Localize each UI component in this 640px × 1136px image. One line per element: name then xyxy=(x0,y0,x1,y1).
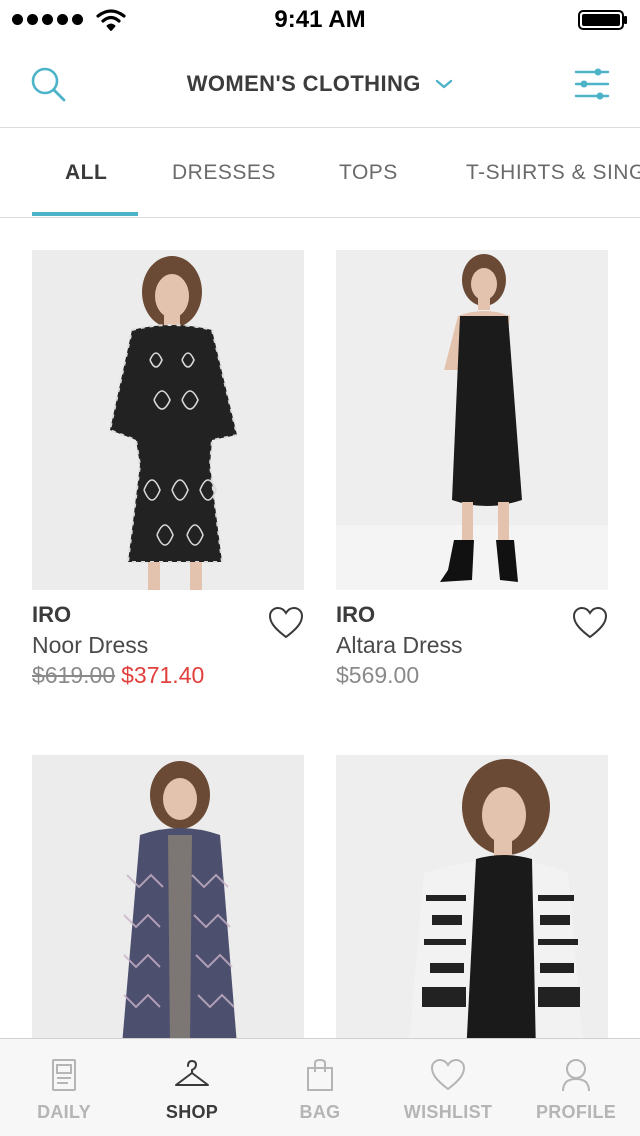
product-image[interactable] xyxy=(336,250,608,590)
tab-dresses[interactable]: DRESSES xyxy=(172,129,276,217)
battery-icon xyxy=(578,10,627,30)
active-tab-indicator xyxy=(32,212,138,216)
tab-tops[interactable]: TOPS xyxy=(339,129,398,217)
heart-icon[interactable] xyxy=(572,606,608,640)
category-tabs: ALL DRESSES TOPS T-SHIRTS & SINGLETS xyxy=(0,129,640,218)
daily-icon xyxy=(52,1059,76,1091)
product-image[interactable] xyxy=(32,250,304,590)
nav-shop-label: SHOP xyxy=(165,1102,219,1122)
nav-daily[interactable]: DAILY xyxy=(0,1039,128,1136)
bottom-tab-bar: DAILY SHOP BAG WISHLIST PROFILE xyxy=(0,1038,640,1136)
category-dropdown[interactable]: WOMEN'S CLOTHING xyxy=(0,70,640,97)
status-time: 9:41 AM xyxy=(274,6,366,33)
product-card[interactable]: IRO Altara Dress $569.00 xyxy=(336,250,608,688)
tab-t-shirts-singlets[interactable]: T-SHIRTS & SINGLETS xyxy=(466,129,640,217)
nav-profile-label: PROFILE xyxy=(535,1102,617,1122)
filter-icon[interactable] xyxy=(572,66,612,102)
status-bar: 9:41 AM xyxy=(0,0,640,40)
nav-bag[interactable]: BAG xyxy=(256,1039,384,1136)
nav-wishlist[interactable]: WISHLIST xyxy=(384,1039,512,1136)
product-name: Altara Dress xyxy=(336,632,463,658)
heart-icon[interactable] xyxy=(268,606,304,640)
nav-profile[interactable]: PROFILE xyxy=(512,1039,640,1136)
product-brand: IRO xyxy=(336,602,376,627)
product-price: $569.00 xyxy=(336,662,419,689)
hanger-icon xyxy=(175,1059,209,1086)
tab-all[interactable]: ALL xyxy=(65,129,107,217)
bag-icon xyxy=(307,1058,333,1091)
heart-icon xyxy=(430,1058,466,1091)
nav-wishlist-label: WISHLIST xyxy=(403,1102,493,1122)
sale-price: $371.40 xyxy=(121,662,205,688)
nav-daily-label: DAILY xyxy=(37,1102,91,1122)
product-brand: IRO xyxy=(32,602,72,627)
product-price: $619.00 $371.40 xyxy=(32,662,204,689)
nav-bag-label: BAG xyxy=(299,1102,341,1122)
original-price: $619.00 xyxy=(32,662,116,688)
page-title: WOMEN'S CLOTHING xyxy=(186,71,421,97)
nav-shop[interactable]: SHOP xyxy=(128,1039,256,1136)
top-header: WOMEN'S CLOTHING xyxy=(0,40,640,128)
product-card[interactable]: IRO Noor Dress $619.00 $371.40 xyxy=(32,250,304,688)
regular-price: $569.00 xyxy=(336,662,420,688)
profile-icon xyxy=(562,1059,590,1092)
chevron-down-icon xyxy=(436,79,453,89)
product-name: Noor Dress xyxy=(32,632,149,658)
